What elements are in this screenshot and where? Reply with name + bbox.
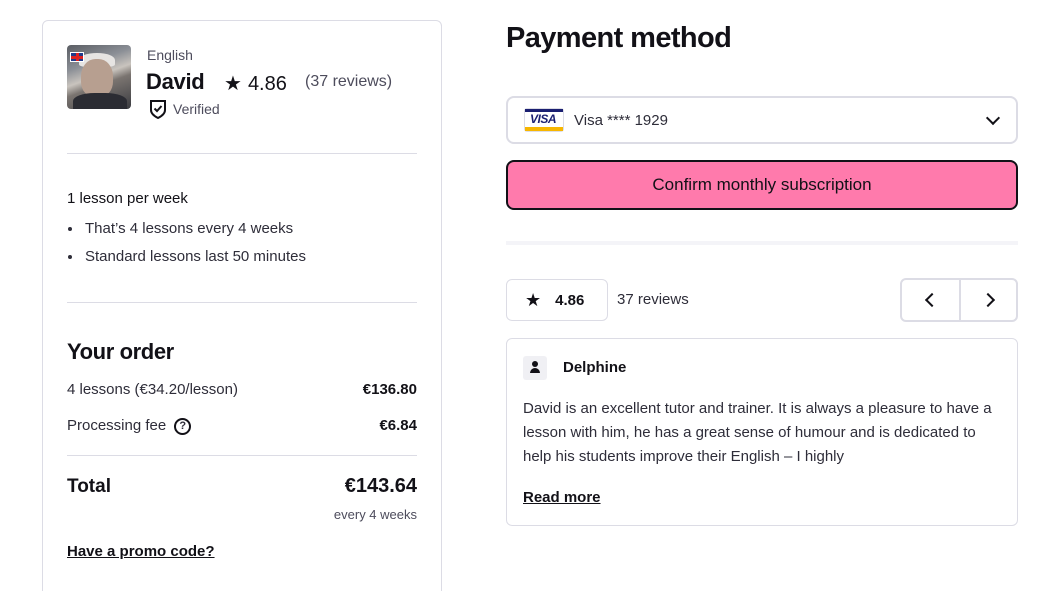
plan-details-list: That’s 4 lessons every 4 weeks Standard … [83, 220, 306, 276]
plan-title: 1 lesson per week [67, 190, 188, 207]
order-summary-card: English David ★ 4.86 (37 reviews) Verifie… [42, 20, 442, 591]
reviews-rating-value: 4.86 [555, 291, 585, 309]
review-text: David is an excellent tutor and trainer.… [523, 400, 992, 465]
tutor-language: English [147, 47, 193, 63]
chevron-down-icon [985, 110, 1001, 126]
reviews-count-label: 37 reviews [617, 291, 689, 308]
tutor-avatar [67, 45, 131, 109]
divider [67, 455, 417, 456]
chevron-left-icon [924, 292, 940, 308]
avatar-body [73, 93, 127, 109]
divider [67, 302, 417, 303]
processing-fee-value: €6.84 [379, 417, 417, 435]
lessons-label: 4 lessons (€34.20/lesson) [67, 381, 238, 398]
next-review-button[interactable] [959, 280, 1016, 320]
order-title: Your order [67, 339, 174, 364]
uk-flag-icon [70, 52, 84, 62]
star-icon: ★ [525, 289, 542, 310]
payment-method-label: Visa **** 1929 [574, 111, 668, 129]
list-item: Standard lessons last 50 minutes [83, 248, 306, 276]
reviews-carousel-nav [900, 278, 1018, 322]
review-card: Delphine David is an excellent tutor and… [506, 338, 1018, 526]
lessons-row: 4 lessons (€34.20/lesson) €136.80 [67, 381, 417, 398]
total-label: Total [67, 476, 111, 497]
tutor-rating-value: 4.86 [247, 73, 287, 95]
promo-code-link[interactable]: Have a promo code? [67, 543, 215, 560]
verified-shield-icon [150, 100, 166, 119]
chevron-right-icon [980, 292, 996, 308]
lessons-value: €136.80 [362, 381, 417, 398]
reviewer-name: Delphine [563, 359, 627, 376]
visa-brand-text: VISA [530, 112, 557, 126]
billing-period: every 4 weeks [333, 507, 417, 522]
tutor-reviews-count: (37 reviews) [305, 73, 393, 90]
section-separator [506, 241, 1018, 245]
list-item: That’s 4 lessons every 4 weeks [83, 220, 306, 248]
user-icon [523, 356, 547, 380]
divider [67, 153, 417, 154]
star-icon: ★ [224, 73, 242, 95]
reviews-rating-badge: ★ 4.86 [506, 279, 608, 321]
tutor-name: David [146, 69, 205, 94]
verified-label: Verified [173, 101, 220, 117]
total-value: €143.64 [344, 475, 417, 497]
previous-review-button[interactable] [902, 280, 959, 320]
help-question-icon[interactable]: ? [174, 417, 192, 435]
processing-fee-label-group: Processing fee? [67, 417, 192, 435]
tutor-info: English David ★ 4.86 (37 reviews) Verifie… [67, 45, 417, 135]
verified-badge: Verified [149, 99, 220, 119]
tutor-rating: ★ 4.86 [224, 71, 287, 96]
page-title: Payment method [506, 22, 732, 54]
confirm-subscription-button[interactable]: Confirm monthly subscription [506, 160, 1018, 210]
avatar-face [81, 59, 113, 97]
read-more-link[interactable]: Read more [523, 489, 601, 506]
processing-fee-row: Processing fee? €6.84 [67, 417, 417, 435]
processing-fee-label: Processing fee [67, 417, 167, 434]
visa-card-icon: VISA [524, 108, 564, 132]
payment-method-select[interactable]: VISA Visa **** 1929 [506, 96, 1018, 144]
visa-bottom-stripe [525, 127, 563, 131]
